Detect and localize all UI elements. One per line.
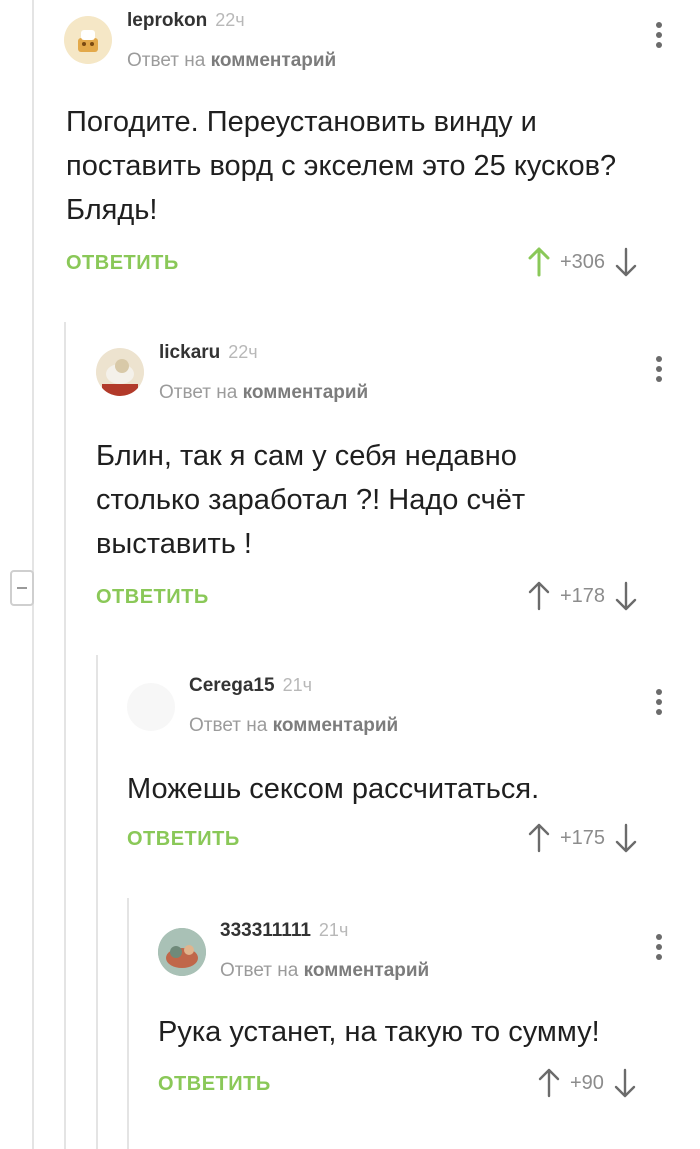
avatar[interactable] xyxy=(127,683,175,731)
reply-to: Ответ на комментарий xyxy=(220,960,430,981)
reply-to-link[interactable]: комментарий xyxy=(304,960,430,981)
reply-to-link[interactable]: комментарий xyxy=(273,715,399,736)
reply-to-link[interactable]: комментарий xyxy=(211,50,337,71)
author-name[interactable]: 333311111 21ч xyxy=(220,920,348,942)
comment-text: Рука устанет, на такую то сумму! xyxy=(158,1016,600,1048)
comment-leprokon: leprokon 22ч Ответ на комментарий Погодит… xyxy=(0,0,700,300)
comment-score: +175 xyxy=(560,826,606,849)
kebab-menu-icon[interactable] xyxy=(654,689,664,719)
comment-text: Погодите. Переустановить винду и постави… xyxy=(66,106,617,226)
comment-text: Можешь сексом рассчитаться. xyxy=(127,773,540,805)
upvote-arrow-icon[interactable] xyxy=(528,581,550,611)
author-name[interactable]: Cerega15 21ч xyxy=(189,675,312,697)
downvote-arrow-icon[interactable] xyxy=(615,581,637,611)
vote-controls: +90 xyxy=(538,1068,636,1098)
comment-333311111: 333311111 21ч Ответ на комментарий Рука у… xyxy=(0,908,700,1108)
comment-cerega15: Cerega15 21ч Ответ на комментарий Можешь … xyxy=(0,663,700,863)
downvote-arrow-icon[interactable] xyxy=(614,1068,636,1098)
kebab-menu-icon[interactable] xyxy=(654,934,664,964)
reply-to: Ответ на комментарий xyxy=(189,715,399,736)
downvote-arrow-icon[interactable] xyxy=(615,247,637,277)
author-name[interactable]: leprokon 22ч xyxy=(127,10,245,32)
author-name[interactable]: lickaru 22ч xyxy=(159,342,258,364)
reply-button[interactable]: ОТВЕТИТЬ xyxy=(127,828,240,851)
comment-score: +306 xyxy=(560,250,606,273)
comment-score: +90 xyxy=(570,1071,604,1094)
upvote-arrow-icon[interactable] xyxy=(528,247,550,277)
reply-to-link[interactable]: комментарий xyxy=(243,382,369,403)
downvote-arrow-icon[interactable] xyxy=(615,823,637,853)
reply-to: Ответ на комментарий xyxy=(159,382,369,403)
avatar[interactable] xyxy=(96,348,144,396)
vote-controls: +175 xyxy=(528,823,637,853)
avatar[interactable] xyxy=(64,16,112,64)
vote-controls: +178 xyxy=(528,581,637,611)
comment-text: Блин, так я сам у себя недавно столько з… xyxy=(96,440,526,560)
comment-time: 22ч xyxy=(215,10,245,30)
comment-score: +178 xyxy=(560,584,606,607)
kebab-menu-icon[interactable] xyxy=(654,356,664,386)
reply-button[interactable]: ОТВЕТИТЬ xyxy=(66,252,179,275)
avatar[interactable] xyxy=(158,928,206,976)
upvote-arrow-icon[interactable] xyxy=(538,1068,560,1098)
reply-button[interactable]: ОТВЕТИТЬ xyxy=(96,586,209,609)
reply-to: Ответ на комментарий xyxy=(127,50,337,71)
comment-time: 21ч xyxy=(318,920,349,940)
reply-button[interactable]: ОТВЕТИТЬ xyxy=(158,1073,271,1096)
upvote-arrow-icon[interactable] xyxy=(528,823,550,853)
kebab-menu-icon[interactable] xyxy=(654,22,664,52)
vote-controls: +306 xyxy=(528,247,637,277)
comment-time: 22ч xyxy=(228,342,258,362)
comment-time: 21ч xyxy=(282,675,312,695)
comment-lickaru: lickaru 22ч Ответ на комментарий Блин, та… xyxy=(0,330,700,630)
